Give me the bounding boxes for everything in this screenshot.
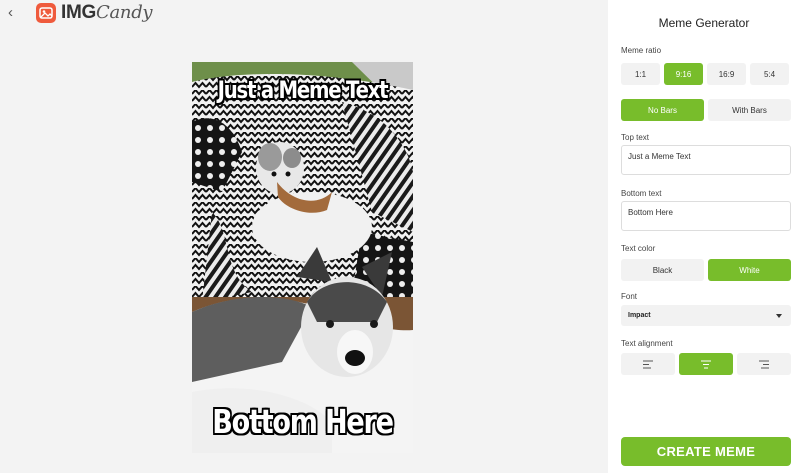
ratio-selector: 1:1 9:16 16:9 5:4 (621, 63, 789, 85)
ratio-option-1-1[interactable]: 1:1 (621, 63, 660, 85)
ratio-option-16-9[interactable]: 16:9 (707, 63, 746, 85)
font-label: Font (621, 292, 638, 301)
ratio-option-9-16[interactable]: 9:16 (664, 63, 703, 85)
font-select[interactable]: Impact (621, 305, 791, 326)
text-color-black-button[interactable]: Black (621, 259, 704, 281)
back-arrow-icon[interactable]: ‹ (8, 5, 20, 21)
bottom-text-input[interactable]: Bottom Here (621, 201, 791, 231)
top-text-label: Top text (621, 133, 650, 142)
create-meme-button[interactable]: CREATE MEME (621, 437, 791, 466)
caret-down-icon (776, 314, 782, 318)
meme-photo (192, 62, 413, 453)
bars-selector: No Bars With Bars (621, 99, 791, 121)
meme-top-text: Just a Meme Text (217, 76, 389, 104)
logo-text: IMGCandy (61, 2, 153, 24)
canvas-area: Just a Meme Text Bottom Here (0, 28, 608, 473)
alignment-label: Text alignment (621, 339, 673, 348)
panel-title: Meme Generator (658, 16, 750, 30)
logo-image-icon (36, 3, 56, 23)
top-bar: ‹ IMGCandy (0, 0, 608, 28)
ratio-label: Meme ratio (621, 46, 662, 55)
bottom-text-label: Bottom text (621, 189, 662, 198)
text-color-white-button[interactable]: White (708, 259, 791, 281)
text-color-selector: Black White (621, 259, 791, 281)
meme-bottom-text: Bottom Here (212, 402, 394, 441)
ratio-option-5-4[interactable]: 5:4 (750, 63, 789, 85)
align-left-button[interactable] (621, 353, 675, 375)
align-left-icon (643, 360, 653, 368)
logo[interactable]: IMGCandy (36, 2, 153, 24)
no-bars-button[interactable]: No Bars (621, 99, 704, 121)
align-center-button[interactable] (679, 353, 733, 375)
meme-preview: Just a Meme Text Bottom Here (192, 62, 413, 453)
align-center-icon (701, 360, 711, 368)
settings-panel: Meme Generator Meme ratio 1:1 9:16 16:9 … (608, 0, 800, 473)
align-right-button[interactable] (737, 353, 791, 375)
alignment-selector (621, 353, 791, 375)
with-bars-button[interactable]: With Bars (708, 99, 791, 121)
logo-text-main: IMG (61, 2, 96, 23)
font-select-value: Impact (628, 312, 651, 319)
align-right-icon (759, 360, 769, 368)
top-text-input[interactable]: Just a Meme Text (621, 145, 791, 175)
logo-text-accent: Candy (96, 2, 153, 23)
text-color-label: Text color (621, 244, 656, 253)
